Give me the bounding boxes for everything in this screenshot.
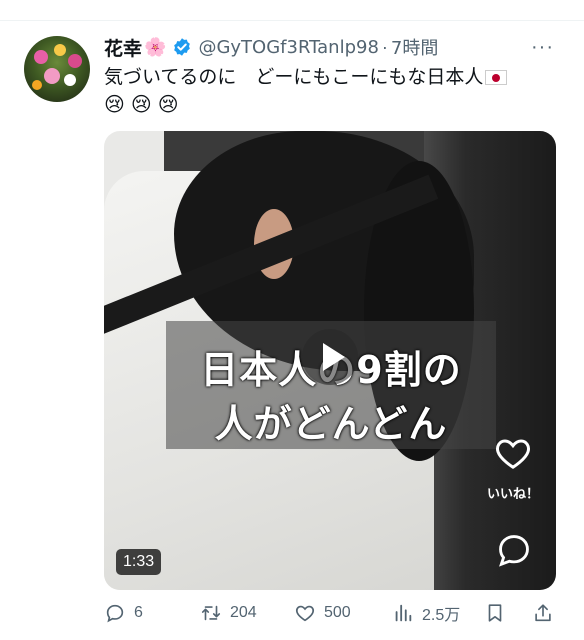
repost-button[interactable]: 204 [200,598,257,628]
timestamp[interactable]: 7時間 [391,34,438,60]
reply-button[interactable]: 6 [104,598,143,628]
video-comment-icon[interactable] [495,531,533,569]
repost-count: 204 [230,604,257,621]
avatar-flower [68,54,82,68]
like-count: 500 [324,604,351,621]
avatar-flower [34,50,48,64]
action-bar: 6 204 500 2.5万 [104,598,556,628]
tweet-header: 花幸 🌸 @GyTOGf3RTanlp98 · 7時間 [104,33,560,61]
avatar-flower [54,44,66,56]
analytics-icon [395,604,412,622]
avatar-flower [64,74,76,86]
tweet-text: 気づいてるのに どーにもこーにもな日本人 [104,64,554,91]
heart-icon [295,605,315,622]
play-button[interactable] [302,329,358,385]
display-name[interactable]: 花幸 [104,34,142,61]
share-button[interactable] [532,598,554,628]
more-options-icon[interactable]: ··· [531,36,554,59]
avatar-flower [44,68,60,84]
handle[interactable]: @GyTOGf3RTanlp98 [198,37,378,58]
video-duration: 1:33 [116,549,162,575]
top-divider [0,20,584,21]
name-emoji: 🌸 [144,36,167,57]
reply-icon [106,604,124,623]
crying-emojis: 😢😢😢 [104,94,185,116]
share-icon [535,604,551,622]
tweet-text-body: 気づいてるのに どーにもこーにもな日本人 [104,66,484,88]
video-like-icon[interactable] [492,433,534,473]
bookmark-button[interactable] [484,598,506,628]
avatar-flower [32,80,42,90]
video-player[interactable]: 日本人の9割の 人がどんどん いいね！ 1:33 [104,131,556,590]
like-button[interactable]: 500 [294,598,351,628]
japan-flag-icon [485,70,508,85]
separator-dot: · [381,36,388,57]
avatar[interactable] [24,36,90,102]
verified-badge-icon [174,38,191,56]
bookmark-icon [488,604,502,622]
views-button[interactable]: 2.5万 [392,598,460,628]
video-like-label: いいね！ [486,487,539,502]
view-count: 2.5万 [422,607,461,624]
repost-icon [201,605,221,621]
reply-count: 6 [134,604,143,621]
video-caption-line2: 人がどんどん [214,402,448,446]
